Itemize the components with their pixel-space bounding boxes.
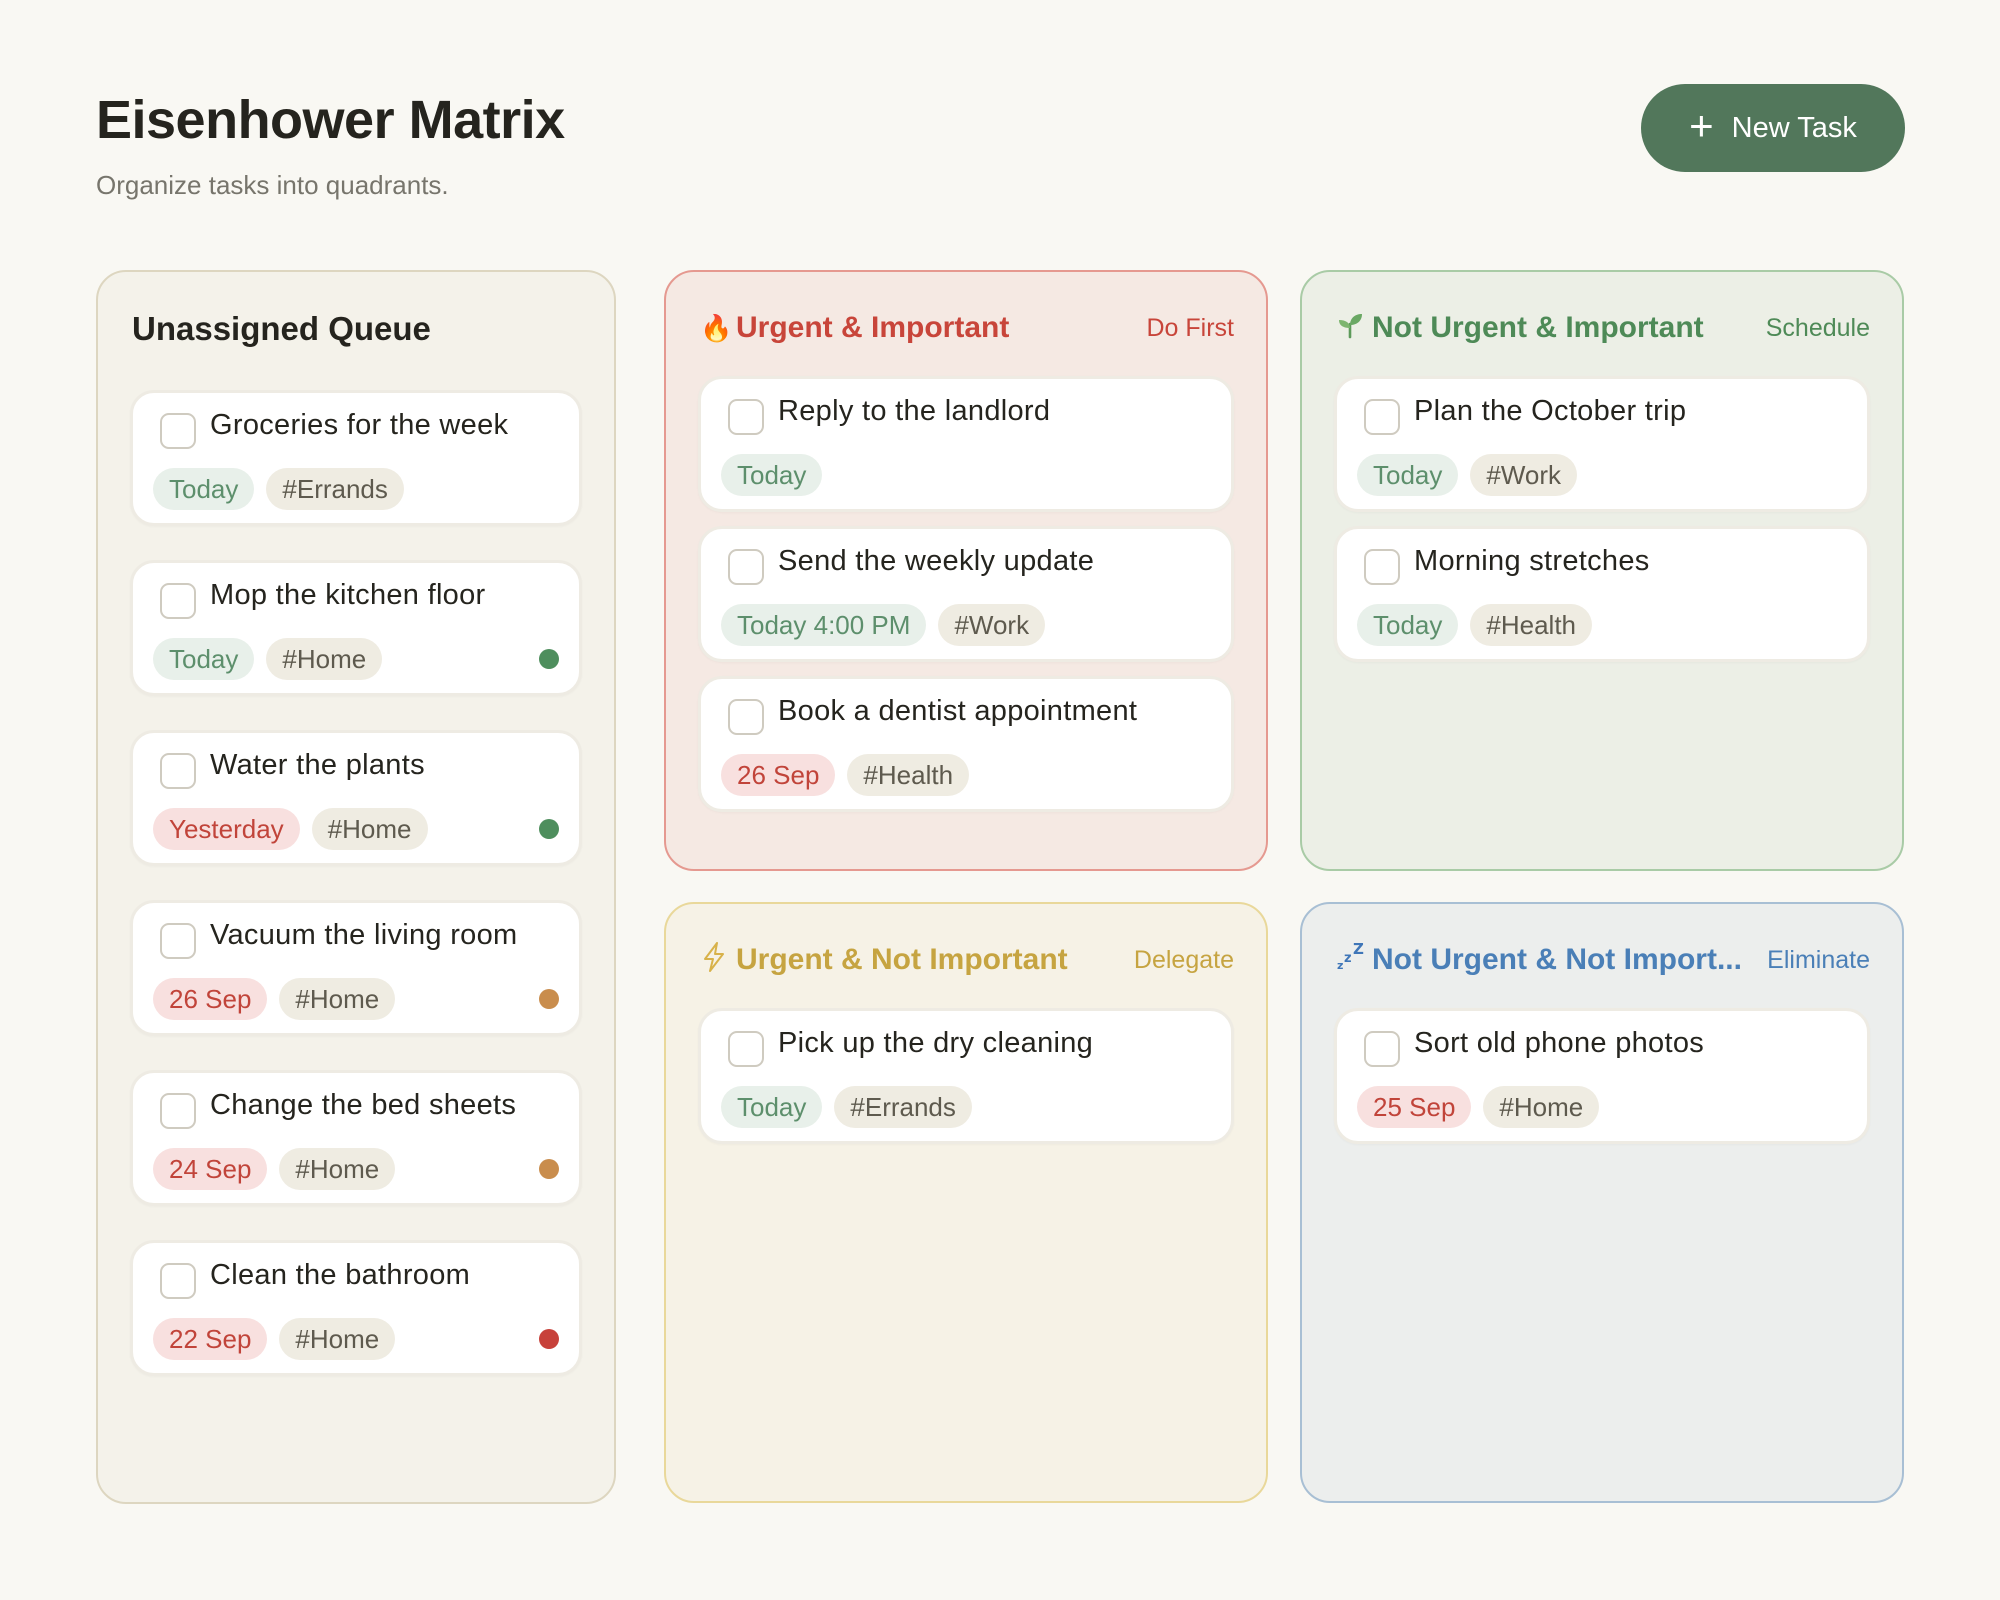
priority-dot — [539, 1329, 559, 1349]
svg-text:z: z — [1344, 951, 1352, 966]
task-checkbox[interactable] — [160, 413, 196, 449]
quadrant-title: Urgent & Not Important — [736, 943, 1068, 976]
task-checkbox[interactable] — [160, 753, 196, 789]
quadrant-delegate: Urgent & Not Important Delegate Pick up … — [664, 902, 1268, 1503]
tag-chip: #Work — [938, 604, 1046, 646]
task-checkbox[interactable] — [160, 1263, 196, 1299]
task-title: Groceries for the week — [210, 409, 509, 441]
queue-title: Unassigned Queue — [132, 310, 431, 347]
quadrant-title: Not Urgent & Not Import... — [1372, 943, 1742, 976]
unassigned-queue-panel: Unassigned Queue Groceries for the week … — [96, 270, 616, 1504]
task-title: Vacuum the living room — [210, 919, 518, 951]
task-title: Book a dentist appointment — [778, 695, 1138, 727]
task-card[interactable]: Groceries for the week Today #Errands — [130, 390, 582, 526]
svg-text:z: z — [1337, 959, 1343, 972]
task-checkbox[interactable] — [160, 923, 196, 959]
task-card[interactable]: Clean the bathroom 22 Sep #Home — [130, 1240, 582, 1376]
quadrant-do-first: 🔥 Urgent & Important Do First Reply to t… — [664, 270, 1268, 871]
task-card[interactable]: Water the plants Yesterday #Home — [130, 730, 582, 866]
task-title: Plan the October trip — [1414, 395, 1687, 427]
quadrant-eliminate: zzZ Not Urgent & Not Import... Eliminate… — [1300, 902, 1904, 1503]
task-title: Change the bed sheets — [210, 1089, 517, 1121]
task-checkbox[interactable] — [160, 583, 196, 619]
quadrant-action-label: Eliminate — [1767, 945, 1870, 974]
tag-chip: #Health — [847, 754, 970, 796]
due-date-chip: Yesterday — [153, 808, 300, 850]
due-date-chip: Today — [721, 1086, 823, 1128]
tag-chip: #Work — [1470, 454, 1578, 496]
task-title: Pick up the dry cleaning — [778, 1027, 1094, 1059]
tag-chip: #Home — [311, 808, 428, 850]
task-card[interactable]: Sort old phone photos 25 Sep #Home — [1334, 1008, 1870, 1144]
due-date-chip: Today — [1357, 454, 1459, 496]
task-title: Reply to the landlord — [778, 395, 1051, 427]
due-date-chip: 26 Sep — [721, 754, 836, 796]
task-card[interactable]: Send the weekly update Today 4:00 PM #Wo… — [698, 526, 1234, 662]
page-header: Eisenhower Matrix Organize tasks into qu… — [96, 84, 565, 201]
due-date-chip: Today — [153, 468, 255, 510]
priority-dot — [539, 989, 559, 1009]
due-date-chip: 26 Sep — [153, 978, 268, 1020]
tag-chip: #Health — [1470, 604, 1593, 646]
task-card[interactable]: Plan the October trip Today #Work — [1334, 376, 1870, 512]
plus-icon: + — [1689, 102, 1714, 149]
task-checkbox[interactable] — [728, 549, 764, 585]
task-checkbox[interactable] — [1364, 399, 1400, 435]
due-date-chip: 22 Sep — [153, 1318, 268, 1360]
quadrant-action-label: Do First — [1146, 313, 1235, 342]
tag-chip: #Errands — [834, 1086, 972, 1128]
due-date-chip: Today — [721, 454, 823, 496]
task-title: Morning stretches — [1414, 545, 1650, 577]
due-date-chip: Today — [153, 638, 255, 680]
quadrant-action-label: Schedule — [1765, 313, 1870, 342]
new-task-button[interactable]: + New Task — [1641, 84, 1905, 172]
priority-dot — [539, 819, 559, 839]
task-card[interactable]: Change the bed sheets 24 Sep #Home — [130, 1070, 582, 1206]
page-subtitle: Organize tasks into quadrants. — [96, 170, 449, 200]
due-date-chip: Today 4:00 PM — [721, 604, 927, 646]
task-checkbox[interactable] — [728, 1031, 764, 1067]
zzz-sleep-icon: zzZ — [1336, 942, 1364, 979]
lightning-icon — [700, 941, 728, 979]
tag-chip: #Home — [279, 978, 396, 1020]
tag-chip: #Home — [279, 1318, 396, 1360]
page-title: Eisenhower Matrix — [96, 90, 565, 150]
task-checkbox[interactable] — [1364, 549, 1400, 585]
task-checkbox[interactable] — [728, 699, 764, 735]
svg-text:Z: Z — [1353, 942, 1364, 958]
task-title: Sort old phone photos — [1414, 1027, 1705, 1059]
tag-chip: #Home — [266, 638, 383, 680]
due-date-chip: 24 Sep — [153, 1148, 268, 1190]
task-card[interactable]: Pick up the dry cleaning Today #Errands — [698, 1008, 1234, 1144]
task-card[interactable]: Morning stretches Today #Health — [1334, 526, 1870, 662]
quadrant-schedule: Not Urgent & Important Schedule Plan the… — [1300, 270, 1904, 871]
tag-chip: #Home — [279, 1148, 396, 1190]
quadrant-title: Not Urgent & Important — [1372, 311, 1704, 344]
seedling-icon — [1336, 311, 1364, 346]
task-title: Mop the kitchen floor — [210, 579, 486, 611]
due-date-chip: 25 Sep — [1357, 1086, 1472, 1128]
task-checkbox[interactable] — [728, 399, 764, 435]
quadrant-title: Urgent & Important — [736, 311, 1010, 344]
task-card[interactable]: Vacuum the living room 26 Sep #Home — [130, 900, 582, 1036]
task-card[interactable]: Book a dentist appointment 26 Sep #Healt… — [698, 676, 1234, 812]
priority-dot — [539, 1159, 559, 1179]
due-date-chip: Today — [1357, 604, 1459, 646]
tag-chip: #Home — [1483, 1086, 1600, 1128]
quadrant-action-label: Delegate — [1133, 945, 1234, 974]
new-task-label: New Task — [1731, 111, 1857, 144]
task-card[interactable]: Mop the kitchen floor Today #Home — [130, 560, 582, 696]
task-checkbox[interactable] — [1364, 1031, 1400, 1067]
tag-chip: #Errands — [266, 468, 404, 510]
task-card[interactable]: Reply to the landlord Today — [698, 376, 1234, 512]
task-title: Send the weekly update — [778, 545, 1095, 577]
task-title: Clean the bathroom — [210, 1259, 471, 1291]
task-title: Water the plants — [210, 749, 425, 781]
task-checkbox[interactable] — [160, 1093, 196, 1129]
fire-icon: 🔥 — [700, 312, 733, 343]
priority-dot — [539, 649, 559, 669]
